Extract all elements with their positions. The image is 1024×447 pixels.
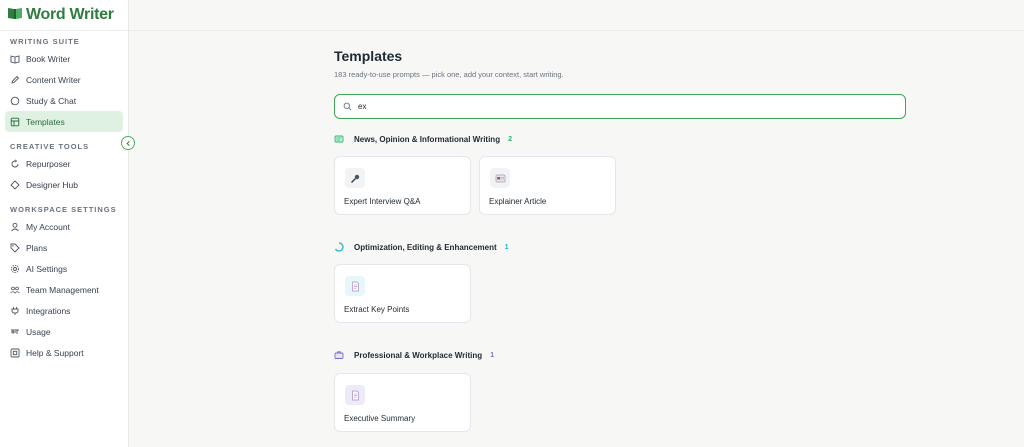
sidebar-item-label: Templates: [26, 116, 65, 127]
section-title-creative-tools: CREATIVE TOOLS: [10, 142, 90, 151]
sidebar-item-ai-settings[interactable]: AI Settings: [0, 258, 128, 279]
spinner-icon: [334, 242, 344, 252]
sidebar-item-label: AI Settings: [26, 263, 68, 274]
chat-icon: [10, 96, 20, 106]
user-icon: [10, 222, 20, 232]
tag-icon: [10, 243, 20, 253]
sidebar-item-label: Book Writer: [26, 53, 71, 64]
category-news-opinion: News, Opinion & Informational Writing 2: [334, 132, 512, 146]
sidebar-item-label: Plans: [26, 242, 48, 253]
sidebar-item-label: Designer Hub: [26, 179, 78, 190]
search-icon: [343, 102, 352, 111]
gear-icon: [10, 264, 20, 274]
sidebar-item-designer-hub[interactable]: Designer Hub: [0, 174, 128, 195]
section-title-workspace-settings: WORKSPACE SETTINGS: [10, 205, 117, 214]
template-icon: [10, 117, 20, 127]
brand-name: Word Writer: [26, 6, 114, 23]
sidebar-item-label: Team Management: [26, 284, 99, 295]
sidebar-item-label: Content Writer: [26, 74, 81, 85]
sidebar-item-usage[interactable]: Usage: [0, 321, 128, 342]
sidebar-item-label: Repurposer: [26, 158, 71, 169]
search-input[interactable]: [358, 102, 878, 111]
sidebar-item-my-account[interactable]: My Account: [0, 216, 128, 237]
template-card-label: Expert Interview Q&A: [344, 197, 421, 206]
category-professional-workplace: Professional & Workplace Writing 1: [334, 348, 494, 362]
main-content: Templates 183 ready-to-use prompts — pic…: [129, 0, 1024, 447]
sidebar-item-integrations[interactable]: Integrations: [0, 300, 128, 321]
template-card-explainer-article[interactable]: Explainer Article: [479, 156, 616, 215]
document-icon: [345, 276, 365, 296]
category-count: 1: [490, 351, 495, 359]
palette-icon: [10, 179, 20, 190]
page-subtitle: 183 ready-to-use prompts — pick one, add…: [334, 70, 564, 79]
usage-icon: [10, 327, 20, 337]
chevron-left-icon: [125, 140, 132, 147]
sidebar-item-label: Usage: [26, 326, 51, 337]
sidebar-item-label: Integrations: [26, 305, 71, 316]
sidebar-item-study-chat[interactable]: Study & Chat: [0, 90, 128, 111]
document-icon: [345, 385, 365, 405]
sidebar-item-book-writer[interactable]: Book Writer: [0, 48, 128, 69]
template-card-label: Explainer Article: [489, 197, 547, 206]
team-icon: [10, 285, 20, 295]
category-name: Optimization, Editing & Enhancement: [354, 242, 497, 252]
template-card-extract-key-points[interactable]: Extract Key Points: [334, 264, 471, 323]
microphone-icon: [345, 168, 365, 188]
sidebar-item-label: My Account: [26, 221, 70, 232]
category-optimization-editing: Optimization, Editing & Enhancement 1: [334, 240, 509, 254]
template-card-label: Extract Key Points: [344, 305, 410, 314]
category-name: Professional & Workplace Writing: [354, 350, 483, 360]
template-card-expert-interview[interactable]: Expert Interview Q&A: [334, 156, 471, 215]
sidebar-item-repurposer[interactable]: Repurposer: [0, 153, 128, 174]
category-name: News, Opinion & Informational Writing: [354, 134, 501, 144]
newspaper-icon: [334, 134, 344, 144]
template-card-executive-summary[interactable]: Executive Summary: [334, 373, 471, 432]
top-bar: [129, 0, 1024, 31]
book-logo-icon: [7, 5, 23, 26]
template-card-label: Executive Summary: [344, 414, 416, 423]
section-title-writing-suite: WRITING SUITE: [10, 37, 80, 46]
brand[interactable]: Word Writer: [0, 0, 128, 31]
sidebar-item-label: Study & Chat: [26, 95, 77, 106]
search-box[interactable]: [334, 94, 906, 119]
plug-icon: [10, 306, 20, 316]
book-icon: [10, 54, 20, 64]
page-title: Templates: [334, 48, 403, 64]
article-icon: [490, 168, 510, 188]
sidebar-item-label: Help & Support: [26, 347, 84, 358]
sidebar: Word Writer WRITING SUITE Book Writer Co…: [0, 0, 129, 447]
sidebar-item-team-management[interactable]: Team Management: [0, 279, 128, 300]
category-count: 2: [508, 135, 512, 143]
collapse-sidebar-button[interactable]: [121, 136, 135, 150]
briefcase-icon: [334, 350, 344, 360]
sidebar-item-content-writer[interactable]: Content Writer: [0, 69, 128, 90]
category-count: 1: [504, 243, 509, 251]
sidebar-item-help-support[interactable]: Help & Support: [0, 342, 128, 363]
help-icon: [10, 348, 20, 358]
refresh-icon: [10, 158, 20, 169]
sidebar-item-templates[interactable]: Templates: [5, 111, 123, 132]
sidebar-item-plans[interactable]: Plans: [0, 237, 128, 258]
pen-icon: [10, 75, 20, 85]
